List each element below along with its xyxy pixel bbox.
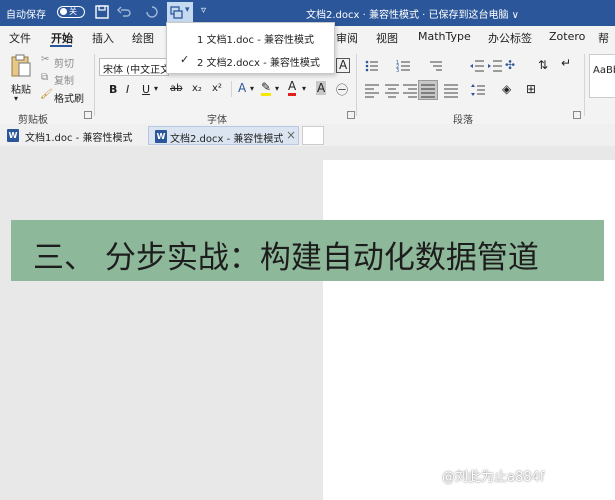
menu-item-doc1[interactable]: 1 文档1.doc - 兼容性模式 xyxy=(167,27,334,47)
paste-chevron-icon[interactable]: ▾ xyxy=(14,94,18,103)
borders-icon[interactable]: ⊞ xyxy=(526,82,536,96)
align-right-icon[interactable] xyxy=(402,82,418,98)
cut-icon[interactable]: ✂ xyxy=(41,54,49,65)
tab-help[interactable]: 帮 xyxy=(598,30,609,46)
cut-label[interactable]: 剪切 xyxy=(54,55,74,70)
check-icon: ✓ xyxy=(180,53,190,66)
undo-icon[interactable] xyxy=(117,5,131,19)
document-tabs-bar: W 文档1.doc - 兼容性模式 W 文档2.docx - 兼容性模式 × xyxy=(0,124,615,147)
justify-button[interactable] xyxy=(418,80,438,100)
divider xyxy=(94,54,95,116)
enclose-char-icon[interactable]: ㊀ xyxy=(336,81,348,98)
word-doc-icon: W xyxy=(155,130,167,143)
tab-mathtype[interactable]: MathType xyxy=(418,30,471,43)
doc-tab-1-label: 文档1.doc - 兼容性模式 xyxy=(25,133,133,144)
chevron-down-icon: ▾ xyxy=(185,5,190,15)
doc-tab-2[interactable]: W 文档2.docx - 兼容性模式 × xyxy=(148,126,299,145)
tab-zotero[interactable]: Zotero xyxy=(549,30,585,43)
distribute-icon[interactable] xyxy=(443,82,459,98)
watermark: @刘此为止a884f xyxy=(442,470,545,485)
align-center-icon[interactable] xyxy=(384,82,400,98)
copy-label[interactable]: 复制 xyxy=(54,72,74,87)
bullets-icon[interactable] xyxy=(364,58,380,74)
active-tab-indicator xyxy=(50,45,72,47)
subscript-icon[interactable]: x₂ xyxy=(192,83,202,94)
document-title[interactable]: 文档2.docx · 兼容性模式 · 已保存到这台电脑 ∨ xyxy=(306,6,519,21)
divider xyxy=(231,81,232,97)
align-left-icon[interactable] xyxy=(364,82,380,98)
format-painter-label[interactable]: 格式刷 xyxy=(54,90,84,105)
tab-home[interactable]: 开始 xyxy=(51,30,73,46)
tab-insert[interactable]: 插入 xyxy=(92,30,114,46)
style-preview-text: AaBb xyxy=(593,65,615,76)
save-icon[interactable] xyxy=(95,5,109,19)
text-effects-chevron-icon[interactable]: ▾ xyxy=(250,84,254,93)
strikethrough-button[interactable]: ab xyxy=(170,83,182,94)
clipboard-launcher-icon[interactable] xyxy=(84,111,92,119)
line-spacing-icon[interactable] xyxy=(470,82,486,98)
autosave-toggle[interactable]: 关 xyxy=(57,6,85,18)
new-tab-button[interactable] xyxy=(302,126,324,145)
close-tab-icon[interactable]: × xyxy=(286,128,296,142)
autosave-label: 自动保存 xyxy=(6,10,46,21)
italic-button[interactable]: I xyxy=(126,83,129,96)
char-shading-icon[interactable]: A xyxy=(316,81,327,95)
tab-review[interactable]: 审阅 xyxy=(336,30,358,46)
chinese-layout-icon[interactable]: ✣ xyxy=(505,58,515,72)
underline-button[interactable]: U xyxy=(142,83,150,96)
paragraph-launcher-icon[interactable] xyxy=(573,111,581,119)
highlight-icon[interactable]: ✎ xyxy=(261,81,272,96)
customize-qa-icon[interactable]: ▿ xyxy=(201,5,206,16)
toggle-knob xyxy=(60,8,67,15)
doc-tab-2-label: 文档2.docx - 兼容性模式 xyxy=(170,134,284,145)
highlight-chevron-icon[interactable]: ▾ xyxy=(275,84,279,93)
sort-icon[interactable]: ⇅ xyxy=(538,58,548,72)
divider xyxy=(356,54,357,116)
svg-text:3: 3 xyxy=(396,68,399,74)
paste-icon[interactable] xyxy=(10,54,32,78)
menu-item-doc2[interactable]: ✓ 2 文档2.docx - 兼容性模式 xyxy=(167,50,334,70)
heading-banner: 三、 分步实战：构建自动化数据管道 xyxy=(11,220,604,281)
menu-item-doc2-label: 2 文档2.docx - 兼容性模式 xyxy=(197,58,320,69)
increase-indent-icon[interactable] xyxy=(487,58,503,74)
document-page[interactable] xyxy=(323,160,615,500)
superscript-icon[interactable]: x² xyxy=(212,83,222,94)
tab-draw[interactable]: 绘图 xyxy=(132,30,154,46)
divider xyxy=(584,54,585,116)
menu-item-doc1-label: 1 文档1.doc - 兼容性模式 xyxy=(197,35,315,46)
redo-icon[interactable] xyxy=(145,5,159,19)
tab-view[interactable]: 视图 xyxy=(376,30,398,46)
justify-icon xyxy=(421,84,435,98)
style-normal[interactable]: AaBb xyxy=(589,54,615,98)
char-border-icon[interactable]: A xyxy=(336,58,351,73)
word-doc-icon: W xyxy=(7,129,19,142)
shading-icon[interactable]: ◈ xyxy=(502,82,511,96)
multilevel-list-icon[interactable] xyxy=(428,58,444,74)
heading-text: 三、 分步实战：构建自动化数据管道 xyxy=(33,240,539,276)
tab-file[interactable]: 文件 xyxy=(9,30,31,46)
underline-chevron-icon[interactable]: ▾ xyxy=(154,84,158,93)
switch-window-button[interactable]: ▾ xyxy=(167,2,193,24)
font-color-chevron-icon[interactable]: ▾ xyxy=(302,84,306,93)
font-launcher-icon[interactable] xyxy=(347,111,355,119)
font-color-icon[interactable]: A xyxy=(288,80,297,96)
decrease-indent-icon[interactable] xyxy=(469,58,485,74)
font-name-box[interactable]: 宋体 (中文正文) xyxy=(99,58,169,76)
doc-tab-1[interactable]: W 文档1.doc - 兼容性模式 xyxy=(1,126,147,145)
autosave-state: 关 xyxy=(69,7,77,16)
tab-office-tabs[interactable]: 办公标签 xyxy=(488,30,532,46)
copy-icon[interactable]: ⧉ xyxy=(41,72,48,83)
format-painter-icon[interactable]: 🖌 xyxy=(40,89,53,100)
text-effects-icon[interactable]: A xyxy=(238,81,246,95)
window-switch-menu: 1 文档1.doc - 兼容性模式 ✓ 2 文档2.docx - 兼容性模式 xyxy=(166,22,335,74)
switch-window-icon xyxy=(170,6,183,19)
numbering-icon[interactable]: 1 2 3 xyxy=(396,58,412,74)
bold-button[interactable]: B xyxy=(109,83,117,96)
show-marks-icon[interactable]: ↵ xyxy=(561,56,571,70)
